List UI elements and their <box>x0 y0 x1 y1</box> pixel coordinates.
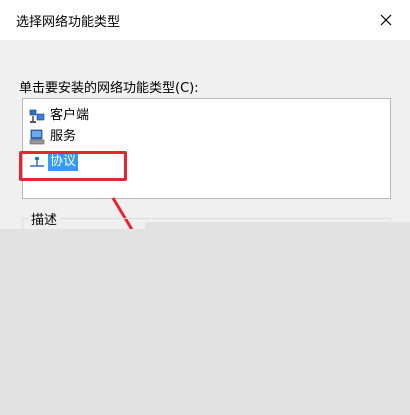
list-item-label: 客户端 <box>50 108 90 123</box>
client-icon <box>29 109 45 123</box>
highlight-annotation <box>19 151 127 181</box>
description-label: 描述 <box>28 209 61 228</box>
network-feature-dialog: 选择网络功能类型 单击要安装的网络功能类型(C): 客户端 服务 协议 描述 <box>0 0 410 415</box>
service-icon <box>29 129 45 145</box>
list-item-service[interactable]: 服务 <box>29 127 78 147</box>
feature-type-listbox[interactable]: 客户端 服务 协议 <box>22 98 391 199</box>
overlay-panel <box>0 229 410 415</box>
list-item-label: 服务 <box>50 129 77 144</box>
title-bar: 选择网络功能类型 <box>0 0 410 40</box>
dialog-title: 选择网络功能类型 <box>16 15 121 30</box>
feature-type-prompt: 单击要安装的网络功能类型(C): <box>19 81 199 96</box>
close-icon <box>380 14 392 26</box>
close-button[interactable] <box>372 6 400 34</box>
list-item-client[interactable]: 客户端 <box>29 106 91 126</box>
